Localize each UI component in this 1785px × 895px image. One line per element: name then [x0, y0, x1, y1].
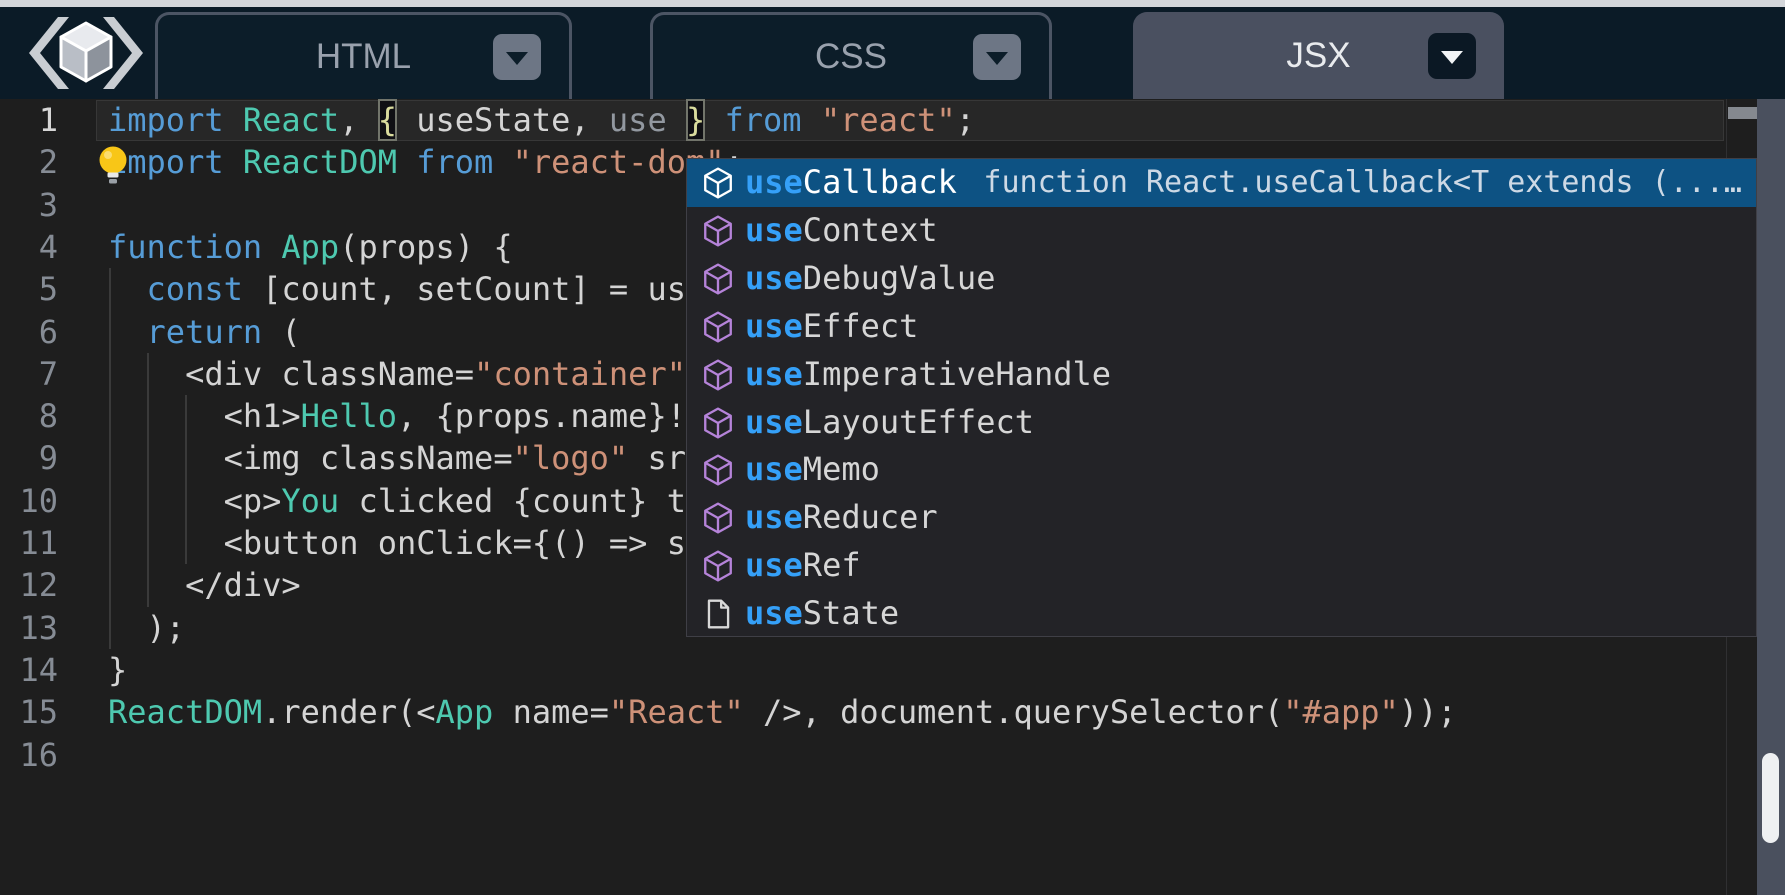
- autocomplete-popup: useCallback function React.useCallback<T …: [686, 158, 1757, 637]
- suggestion-item-useCallback[interactable]: useCallback function React.useCallback<T …: [687, 159, 1756, 207]
- code-line[interactable]: function App(props) {: [108, 226, 513, 268]
- suggestion-label: useLayoutEffect: [745, 399, 1034, 447]
- line-number: 14: [0, 649, 58, 691]
- tab-html[interactable]: HTML: [155, 12, 572, 99]
- suggestion-item-useLayoutEffect[interactable]: useLayoutEffect: [687, 399, 1756, 447]
- line-number: 12: [0, 564, 58, 606]
- code-line[interactable]: </div>: [108, 564, 301, 606]
- suggestion-label: useImperativeHandle: [745, 351, 1111, 399]
- symbol-file-icon: [701, 597, 735, 631]
- line-number: 8: [0, 395, 58, 437]
- suggestion-item-useState[interactable]: useState: [687, 590, 1756, 638]
- suggestion-label: useDebugValue: [745, 255, 995, 303]
- symbol-cube-icon: [701, 214, 735, 248]
- suggestion-label: useMemo: [745, 446, 880, 494]
- editor-scrollbar-thumb[interactable]: [1728, 107, 1757, 119]
- lightbulb-icon[interactable]: [94, 143, 134, 191]
- page-scrollbar-track[interactable]: [1757, 99, 1785, 895]
- tab-html-menu-button[interactable]: [493, 34, 541, 80]
- suggestion-item-useRef[interactable]: useRef: [687, 542, 1756, 590]
- code-line[interactable]: import ReactDOM from "react-dom";: [108, 141, 744, 183]
- symbol-cube-icon: [701, 358, 735, 392]
- line-number: 1: [0, 99, 58, 141]
- code-line[interactable]: ReactDOM.render(<App name="React" />, do…: [108, 691, 1457, 733]
- symbol-cube-icon: [701, 166, 735, 200]
- symbol-cube-icon: [701, 406, 735, 440]
- chevron-down-icon: [986, 52, 1008, 65]
- tab-css-menu-button[interactable]: [973, 34, 1021, 80]
- code-line[interactable]: import React, { useState, use } from "re…: [108, 99, 975, 141]
- suggestion-label: useRef: [745, 542, 861, 590]
- tab-css[interactable]: CSS: [650, 12, 1052, 99]
- line-number: 13: [0, 607, 58, 649]
- symbol-cube-icon: [701, 501, 735, 535]
- suggestion-detail: function React.useCallback<T extends (..…: [983, 159, 1742, 207]
- line-number: 11: [0, 522, 58, 564]
- chevron-down-icon: [1441, 51, 1463, 64]
- page-scrollbar-thumb[interactable]: [1762, 753, 1779, 843]
- suggestion-item-useContext[interactable]: useContext: [687, 207, 1756, 255]
- suggestion-item-useReducer[interactable]: useReducer: [687, 494, 1756, 542]
- line-number: 2: [0, 141, 58, 183]
- top-border: [0, 0, 1785, 7]
- chevron-down-icon: [506, 52, 528, 65]
- suggestion-label: useEffect: [745, 303, 918, 351]
- code-line[interactable]: }: [108, 649, 127, 691]
- line-number: 9: [0, 437, 58, 479]
- symbol-cube-icon: [701, 453, 735, 487]
- code-editor[interactable]: 12345678910111213141516 import React, { …: [0, 99, 1757, 895]
- code-line[interactable]: );: [108, 607, 185, 649]
- suggestion-item-useDebugValue[interactable]: useDebugValue: [687, 255, 1756, 303]
- code-line[interactable]: return (: [108, 311, 301, 353]
- code-playground-logo-icon: [22, 14, 150, 92]
- symbol-cube-icon: [701, 549, 735, 583]
- editor-tab-bar: HTML CSS JSX: [0, 7, 1785, 99]
- tab-jsx[interactable]: JSX: [1133, 12, 1504, 99]
- line-number: 5: [0, 268, 58, 310]
- line-number: 4: [0, 226, 58, 268]
- suggestion-item-useImperativeHandle[interactable]: useImperativeHandle: [687, 351, 1756, 399]
- tab-jsx-menu-button[interactable]: [1428, 33, 1476, 79]
- suggestion-item-useEffect[interactable]: useEffect: [687, 303, 1756, 351]
- suggestion-item-useMemo[interactable]: useMemo: [687, 446, 1756, 494]
- line-number: 7: [0, 353, 58, 395]
- playground-window: HTML CSS JSX 12345678910111213141516 imp…: [0, 0, 1785, 895]
- symbol-cube-icon: [701, 310, 735, 344]
- suggestion-label: useReducer: [745, 494, 938, 542]
- suggestion-label: useCallback: [745, 159, 957, 207]
- code-line[interactable]: <div className="container">: [108, 353, 705, 395]
- line-number: 6: [0, 311, 58, 353]
- line-number: 15: [0, 691, 58, 733]
- code-line[interactable]: <h1>Hello, {props.name}!</h1>: [108, 395, 782, 437]
- line-number: 3: [0, 184, 58, 226]
- suggestion-label: useContext: [745, 207, 938, 255]
- line-number: 16: [0, 734, 58, 776]
- symbol-cube-icon: [701, 262, 735, 296]
- line-number: 10: [0, 480, 58, 522]
- suggestion-label: useState: [745, 590, 899, 638]
